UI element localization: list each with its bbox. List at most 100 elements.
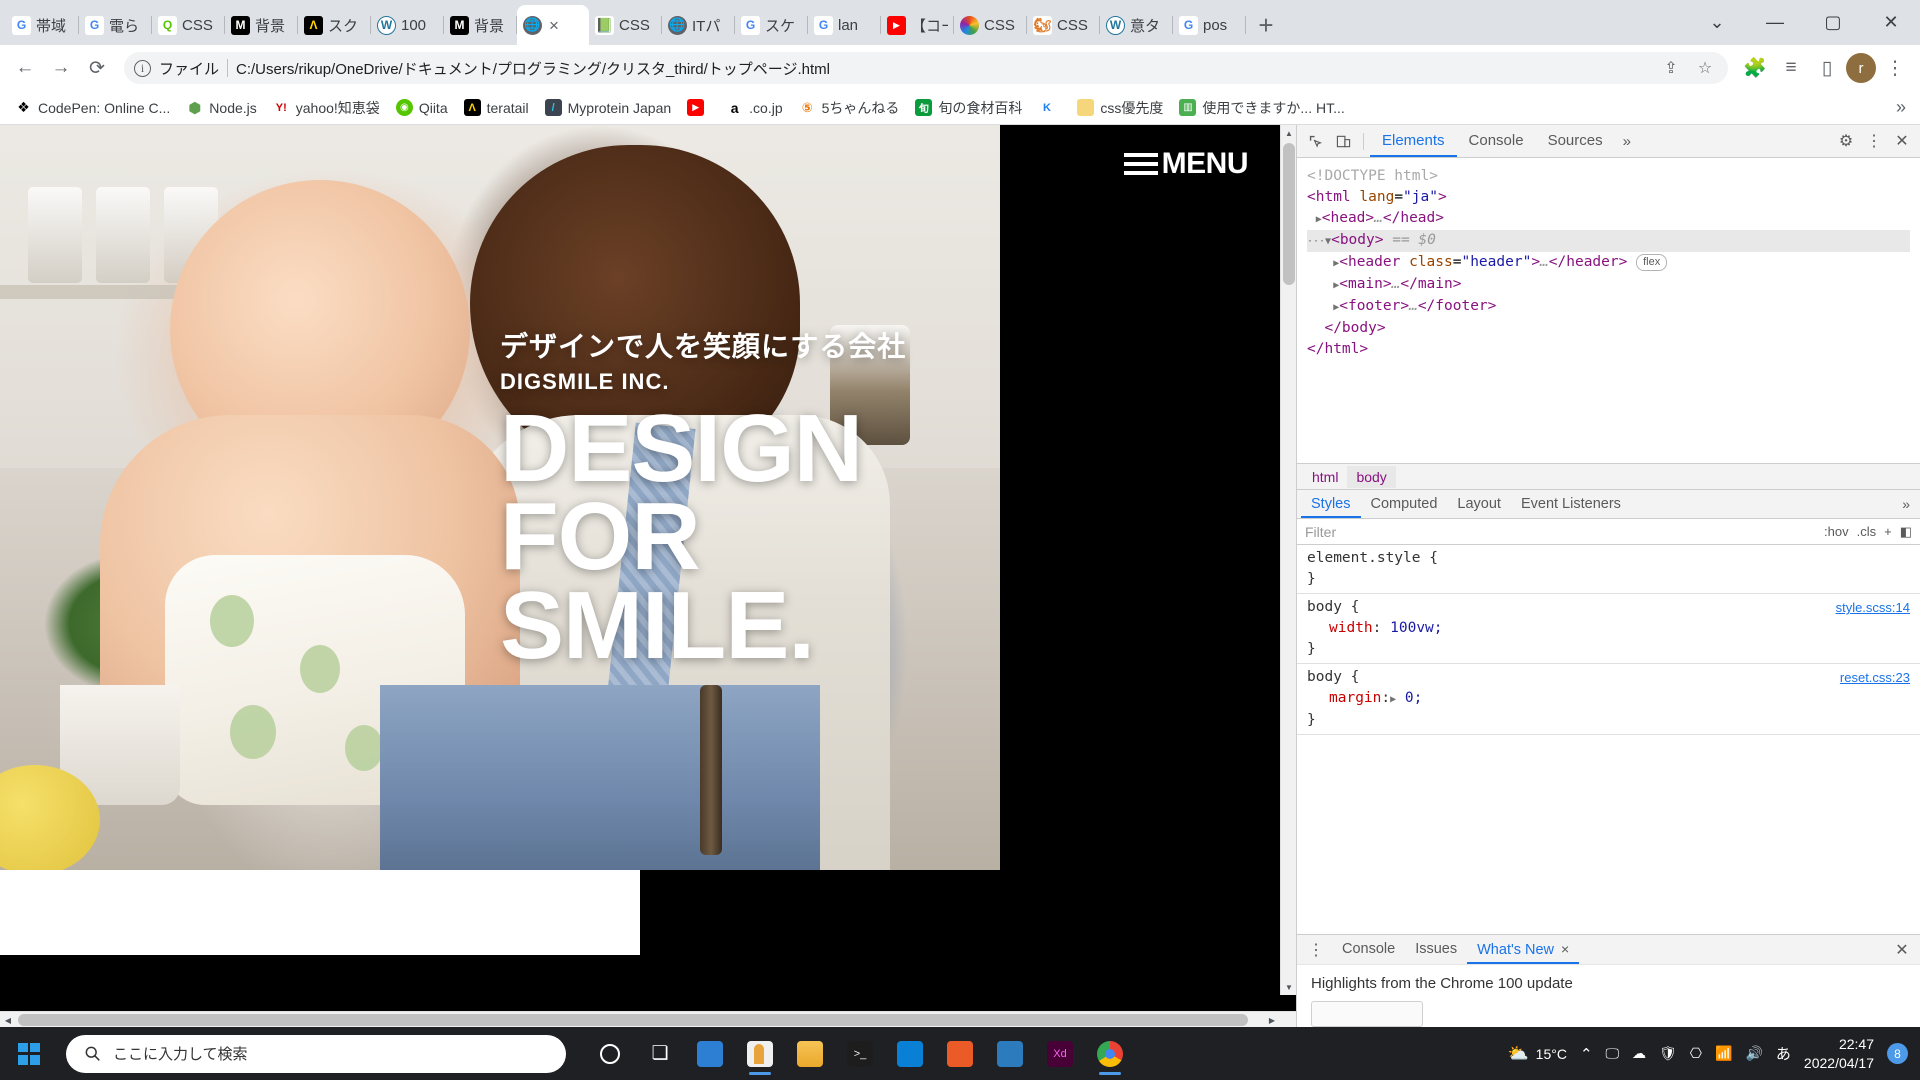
devtools-tab-sources[interactable]: Sources — [1536, 125, 1615, 157]
browser-tab[interactable]: M 背景 — [444, 5, 517, 45]
menu-button[interactable]: MENU — [1124, 147, 1248, 181]
scroll-up-icon[interactable]: ▲ — [1281, 125, 1296, 141]
screen-icon[interactable]: 🖵 — [1606, 1045, 1620, 1062]
flex-badge[interactable]: flex — [1636, 254, 1667, 271]
tray-expand-icon[interactable]: ⌃ — [1580, 1045, 1593, 1063]
maximize-button[interactable]: ▢ — [1804, 0, 1862, 45]
pane-tab-styles[interactable]: Styles — [1301, 490, 1361, 518]
close-icon[interactable]: × — [1561, 941, 1569, 957]
clock[interactable]: 22:47 2022/04/17 — [1804, 1035, 1874, 1073]
bookmark-item[interactable]: 旬 旬の食材百科 — [908, 95, 1029, 121]
devtools-tab-elements[interactable]: Elements — [1370, 125, 1457, 157]
dom-node-html-close[interactable]: </html> — [1307, 339, 1910, 360]
styles-filter-input[interactable]: Filter — [1305, 524, 1816, 540]
whats-new-card[interactable] — [1311, 1001, 1423, 1027]
forward-button[interactable]: → — [44, 51, 78, 85]
dom-node-doctype[interactable]: <!DOCTYPE html> — [1307, 166, 1910, 187]
style-rule-body-reset[interactable]: reset.css:23 body { margin:▶ 0; } — [1297, 664, 1920, 735]
address-bar[interactable]: i ファイル C:/Users/rikup/OneDrive/ドキュメント/プロ… — [124, 52, 1728, 84]
gear-icon[interactable]: ⚙ — [1832, 127, 1860, 155]
new-tab-button[interactable]: + — [1246, 5, 1286, 45]
mail-icon[interactable] — [888, 1031, 932, 1076]
breadcrumb-html[interactable]: html — [1303, 466, 1347, 488]
browser-tab[interactable]: G lan — [808, 5, 881, 45]
style-rule-body-scss[interactable]: style.scss:14 body { width: 100vw; } — [1297, 594, 1920, 664]
scroll-left-icon[interactable]: ◀ — [0, 1012, 16, 1028]
scroll-down-icon[interactable]: ▼ — [1281, 979, 1296, 995]
close-window-button[interactable]: ✕ — [1862, 0, 1920, 45]
declaration-value[interactable]: 100vw; — [1390, 620, 1442, 636]
dom-node-main[interactable]: ▶<main>…</main> — [1307, 274, 1910, 296]
bookmark-item[interactable]: ▶ — [680, 96, 717, 119]
device-toolbar-icon[interactable] — [1329, 127, 1357, 155]
pane-tab-event-listeners[interactable]: Event Listeners — [1511, 490, 1631, 518]
back-button[interactable]: ← — [8, 51, 42, 85]
office-icon[interactable] — [938, 1031, 982, 1076]
expand-shorthand-icon[interactable]: ▶ — [1390, 694, 1396, 705]
bookmark-star-icon[interactable]: ☆ — [1692, 55, 1718, 81]
breadcrumb-body[interactable]: body — [1347, 466, 1395, 488]
browser-tab[interactable]: G pos — [1173, 5, 1246, 45]
taskbar-search-input[interactable]: ここに入力して検索 — [66, 1035, 566, 1073]
drawer-tab-issues[interactable]: Issues — [1405, 935, 1467, 964]
browser-tab[interactable]: G スケ — [735, 5, 808, 45]
side-panel-icon[interactable]: ▯ — [1810, 51, 1844, 85]
usb-icon[interactable]: ⎔ — [1690, 1045, 1702, 1062]
new-style-rule-button[interactable]: + — [1884, 524, 1892, 539]
vscode-icon[interactable] — [988, 1031, 1032, 1076]
element-classes-button[interactable]: .cls — [1857, 524, 1877, 539]
page-vertical-scrollbar[interactable]: ▲ ▼ — [1280, 125, 1296, 995]
dom-node-html[interactable]: <html lang="ja"> — [1307, 187, 1910, 208]
devtools-more-icon[interactable]: ⋮ — [1860, 127, 1888, 155]
dom-node-head[interactable]: ▶<head>…</head> — [1307, 208, 1910, 230]
reload-button[interactable]: ⟳ — [80, 51, 114, 85]
pane-tabs-overflow-icon[interactable]: » — [1902, 496, 1910, 512]
horizontal-scroll-thumb[interactable] — [18, 1014, 1248, 1026]
declaration-value[interactable]: 0; — [1405, 690, 1422, 706]
weather-widget[interactable]: ⛅ 15°C — [1507, 1044, 1566, 1064]
task-view-icon[interactable]: ❏ — [638, 1031, 682, 1076]
browser-tab[interactable]: 📗 CSS — [589, 5, 662, 45]
pane-tab-layout[interactable]: Layout — [1447, 490, 1511, 518]
browser-tab-active[interactable]: 🌐 × — [517, 5, 589, 45]
browser-tab[interactable]: G 帯域 — [6, 5, 79, 45]
chrome-menu-icon[interactable]: ⋮ — [1878, 51, 1912, 85]
browser-tab[interactable]: W 意タ — [1100, 5, 1173, 45]
avatar[interactable]: r — [1846, 53, 1876, 83]
minimize-button[interactable]: — — [1746, 0, 1804, 45]
declaration-property[interactable]: width — [1329, 620, 1373, 636]
browser-tab[interactable]: 🐿 CSS — [1027, 5, 1100, 45]
dom-tree[interactable]: <!DOCTYPE html> <html lang="ja"> ▶<head>… — [1297, 158, 1920, 463]
dom-node-footer[interactable]: ▶<footer>…</footer> — [1307, 296, 1910, 318]
url-text[interactable]: C:/Users/rikup/OneDrive/ドキュメント/プログラミング/ク… — [236, 58, 1650, 79]
inspect-element-icon[interactable] — [1301, 127, 1329, 155]
style-source-link[interactable]: reset.css:23 — [1840, 667, 1910, 688]
style-rule-element-style[interactable]: element.style { } — [1297, 545, 1920, 594]
browser-tab[interactable]: G 電ら — [79, 5, 152, 45]
site-info-icon[interactable]: i — [134, 60, 151, 77]
volume-icon[interactable]: 🔊 — [1745, 1045, 1762, 1062]
chrome-icon[interactable] — [1088, 1031, 1132, 1076]
security-icon[interactable]: 🛡 — [1659, 1045, 1677, 1062]
microsoft-store-icon[interactable] — [688, 1031, 732, 1076]
browser-tab[interactable]: CSS — [954, 5, 1027, 45]
rule-selector[interactable]: body { — [1307, 667, 1910, 688]
bookmark-item[interactable]: ❖ CodePen: Online C... — [8, 96, 177, 119]
ime-indicator[interactable]: あ — [1776, 1043, 1791, 1064]
vertical-scroll-thumb[interactable] — [1283, 143, 1295, 285]
file-explorer-icon[interactable] — [788, 1031, 832, 1076]
bookmark-item[interactable]: ⑤ 5ちゃんねる — [792, 95, 907, 121]
terminal-icon[interactable]: >_ — [838, 1031, 882, 1076]
windows-start-icon[interactable] — [0, 1027, 58, 1080]
dom-node-body-selected[interactable]: ···▼<body> == $0 — [1307, 230, 1910, 252]
bookmarks-overflow-icon[interactable]: » — [1890, 97, 1912, 118]
hover-state-button[interactable]: :hov — [1824, 524, 1849, 539]
rule-selector[interactable]: body { — [1307, 597, 1910, 618]
bookmark-item[interactable]: ▥ 使用できますか... HT... — [1172, 95, 1351, 121]
chevron-down-icon[interactable]: ⌄ — [1688, 0, 1746, 45]
extensions-icon[interactable]: 🧩 — [1738, 51, 1772, 85]
rule-selector[interactable]: element.style { — [1307, 548, 1910, 569]
browser-tab[interactable]: Λ スク — [298, 5, 371, 45]
notification-badge[interactable]: 8 — [1887, 1043, 1908, 1064]
bookmark-item[interactable]: ◉ Qiita — [389, 96, 455, 119]
